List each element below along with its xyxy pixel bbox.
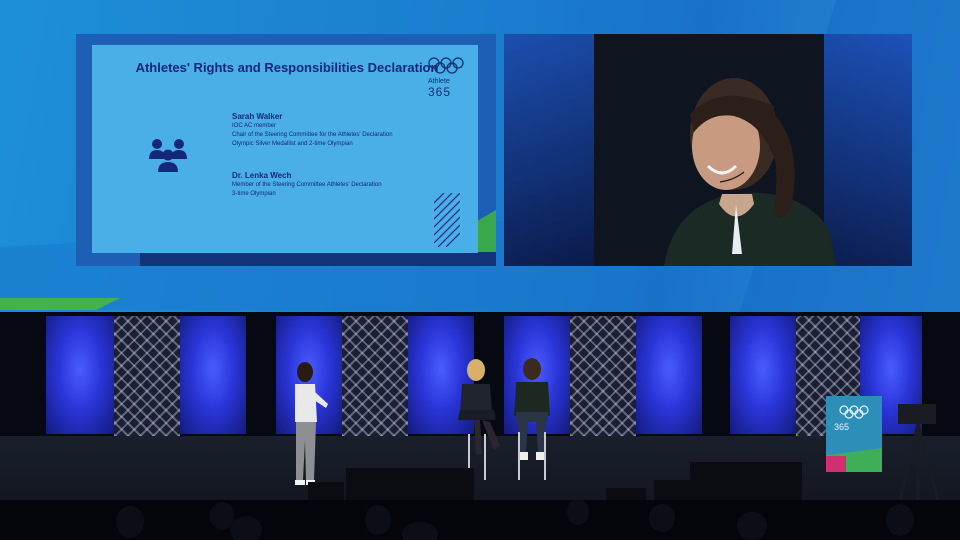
moderator-figure [295, 362, 328, 485]
slide-navy-accent [140, 252, 496, 266]
lattice-panel [570, 316, 636, 436]
speaker-detail: Olympic Silver Medallist and 2-time Olym… [232, 141, 353, 147]
brand-label: Athlete [428, 78, 450, 85]
speaker-detail: Chair of the Steering Committee for the … [232, 132, 393, 138]
panelist-right-figure [514, 358, 550, 480]
lattice-panel [114, 316, 180, 436]
speaker-name: Dr. Lenka Wech [232, 171, 292, 180]
stage-monitor [308, 482, 344, 502]
olympic-rings-icon [839, 405, 869, 419]
speaker-2: Dr. Lenka Wech Member of the Steering Co… [232, 170, 382, 199]
brand-number: 365 [428, 85, 452, 99]
sign-number: 365 [834, 422, 850, 432]
presentation-slide: Athletes' Rights and Responsibilities De… [92, 45, 478, 253]
light-panel [636, 316, 702, 434]
light-panel [180, 316, 246, 434]
speaker-name: Sarah Walker [232, 112, 283, 121]
athlete365-sign: 365 [826, 396, 882, 472]
camera-tripod [898, 404, 940, 500]
slide-title: Athletes' Rights and Responsibilities De… [135, 60, 439, 75]
people-group-icon [149, 139, 187, 172]
speaker-detail: 3-time Olympian [232, 191, 276, 197]
lattice-panel [342, 316, 408, 436]
light-panel [46, 316, 114, 434]
video-background [504, 34, 594, 266]
panelist-left-figure [458, 359, 500, 480]
speaker-detail: IOC AC member [232, 123, 277, 129]
speaker-detail: Member of the Steering Committee Athlete… [232, 182, 382, 188]
sign-pink-accent [826, 456, 846, 472]
speaker-video-image [664, 78, 836, 266]
speaker-1: Sarah Walker IOC AC member Chair of the … [232, 111, 393, 149]
light-panel [730, 316, 796, 434]
live-video-feed [504, 34, 912, 266]
stripe-decoration [434, 193, 460, 247]
audience-silhouettes [116, 499, 914, 540]
audience [0, 499, 960, 540]
